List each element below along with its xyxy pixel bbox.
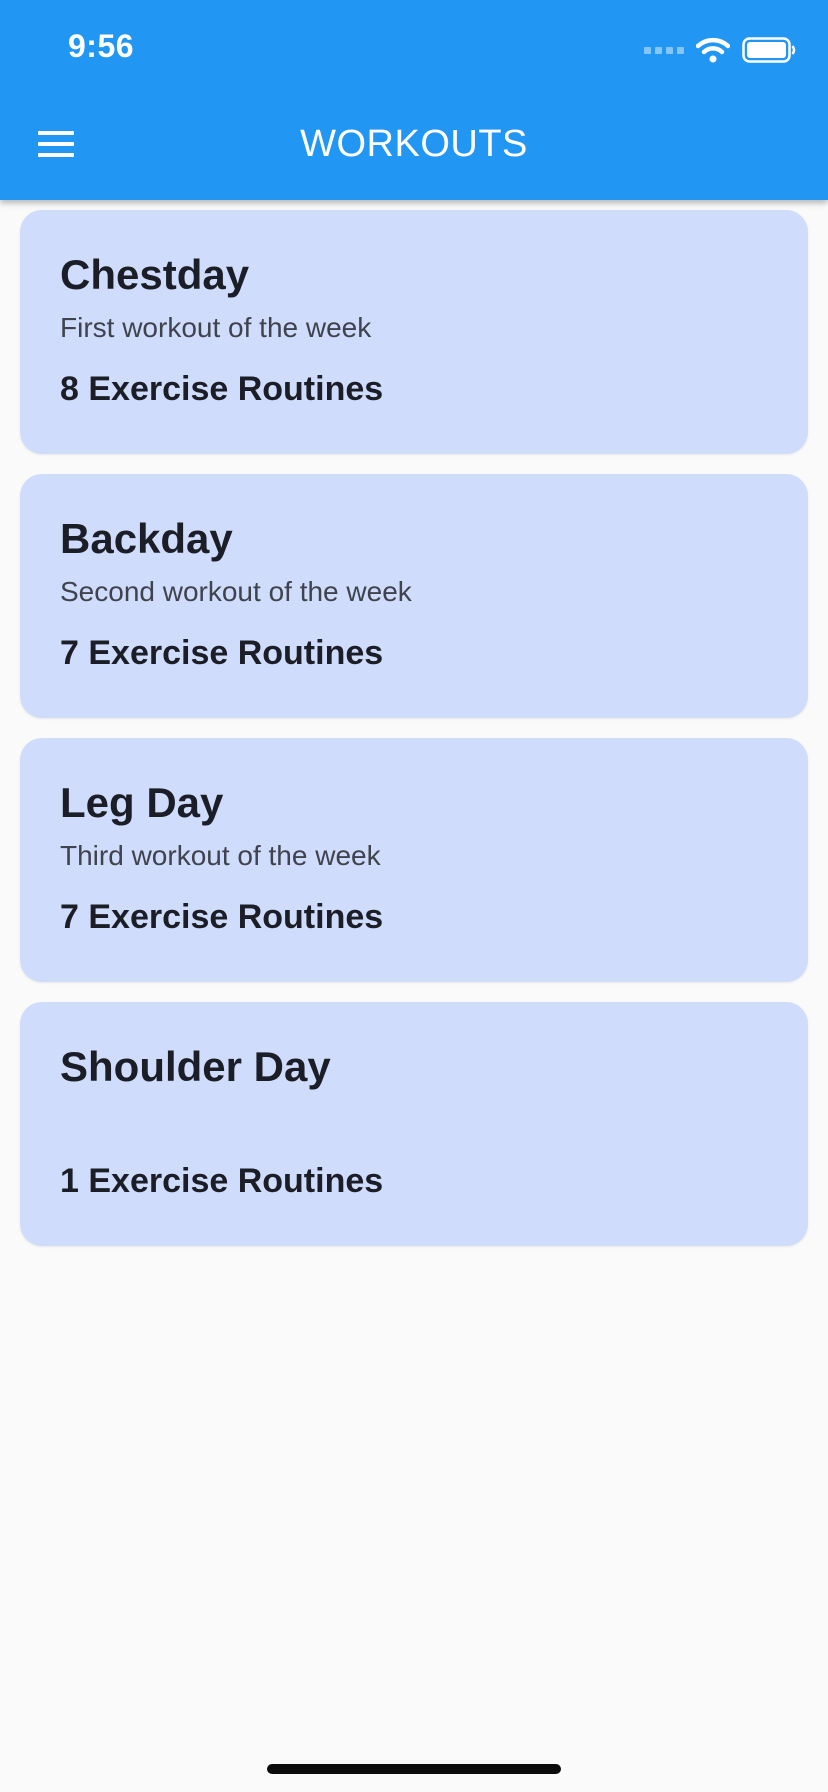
workout-title: Backday: [60, 515, 233, 562]
home-indicator[interactable]: [267, 1764, 561, 1774]
page-title: WORKOUTS: [300, 123, 528, 165]
workout-routine-count: 7 Exercise Routines: [60, 634, 384, 672]
workout-title: Chestday: [60, 251, 250, 298]
cellular-signal-icon: [644, 46, 684, 54]
workout-title: Shoulder Day: [60, 1043, 331, 1090]
app-bar: 9:56 WORKOUTS: [0, 0, 828, 200]
status-icons: [644, 36, 796, 64]
workout-routine-count: 7 Exercise Routines: [60, 898, 384, 936]
workout-title: Leg Day: [60, 779, 224, 826]
workout-card-backday[interactable]: Backday Second workout of the week 7 Exe…: [20, 474, 808, 718]
workout-subtitle: Third workout of the week: [60, 840, 381, 871]
status-time: 9:56: [68, 28, 135, 64]
battery-icon: [742, 37, 796, 63]
workout-subtitle: First workout of the week: [60, 312, 372, 343]
workout-routine-count: 1 Exercise Routines: [60, 1162, 384, 1200]
workout-card-chestday[interactable]: Chestday First workout of the week 8 Exe…: [20, 210, 808, 454]
workout-subtitle: [60, 1102, 768, 1138]
workout-routine-count: 8 Exercise Routines: [60, 370, 384, 408]
wifi-icon: [696, 37, 730, 63]
workout-card-leg-day[interactable]: Leg Day Third workout of the week 7 Exer…: [20, 738, 808, 982]
workout-list: Chestday First workout of the week 8 Exe…: [20, 210, 808, 1246]
workout-card-shoulder-day[interactable]: Shoulder Day 1 Exercise Routines: [20, 1002, 808, 1246]
workout-subtitle: Second workout of the week: [60, 576, 412, 607]
